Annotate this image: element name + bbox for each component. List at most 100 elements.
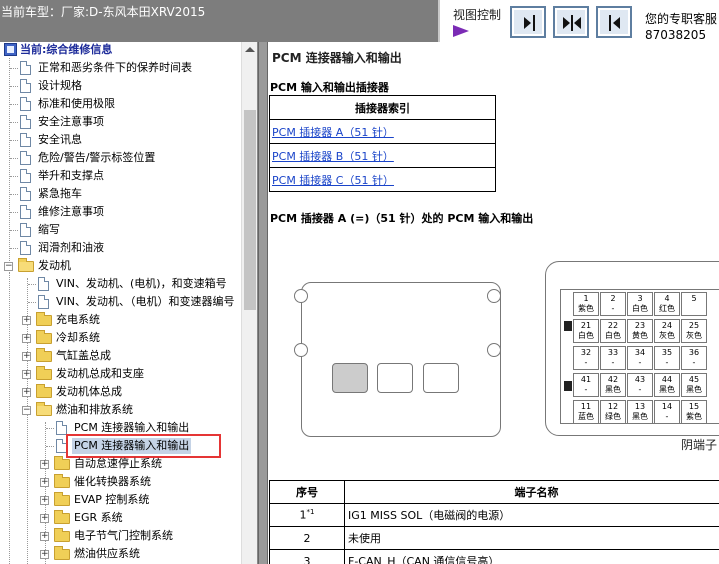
expand-icon[interactable]: + [22, 316, 31, 325]
pin-number: 12 [607, 402, 619, 411]
tree-item[interactable]: VIN、发动机、(电机)，和变速箱号 [28, 276, 229, 292]
tree-folder[interactable]: + 催化转换器系统 [36, 474, 153, 490]
tree-item[interactable]: 维修注意事项 [10, 204, 106, 220]
connector-pin: 43- [627, 373, 653, 397]
tree-item[interactable]: 缩写 [10, 222, 62, 238]
pin-number: 22 [607, 321, 619, 330]
collapse-icon[interactable]: − [4, 262, 13, 271]
expand-icon[interactable]: + [40, 460, 49, 469]
expand-icon[interactable]: + [40, 478, 49, 487]
view-collapse-right-button[interactable] [596, 6, 632, 38]
folder-icon [36, 366, 52, 380]
pin-color: 黑色 [605, 385, 621, 394]
pin-color: 白色 [632, 304, 648, 313]
panel-splitter[interactable] [258, 42, 268, 564]
tree-item[interactable]: VIN、发动机、（电机）和变速器编号 [28, 294, 237, 310]
connector-pin: 11 蓝色 [573, 400, 599, 424]
connector-b-link[interactable]: PCM 插接器 B（51 针） [272, 150, 394, 163]
document-icon [20, 151, 31, 165]
expand-icon[interactable]: + [22, 352, 31, 361]
service-label: 您的专职客服 [645, 12, 718, 26]
connector-pin: 22 白色 [600, 319, 626, 343]
collapse-icon[interactable]: − [22, 406, 31, 415]
connector-pin: 24 灰色 [654, 319, 680, 343]
pin-number: 23 [634, 321, 646, 330]
tree-folder[interactable]: + 自动怠速停止系统 [36, 456, 164, 472]
document-icon [20, 79, 31, 93]
tree-item[interactable]: 设计规格 [10, 78, 84, 94]
expand-icon[interactable]: + [40, 496, 49, 505]
tree-folder[interactable]: + 充电系统 [18, 312, 102, 328]
connector-pin: 45 黑色 [681, 373, 707, 397]
pin-number: 14 [661, 402, 673, 411]
tree-folder-fuel[interactable]: − 燃油和排放系统 [18, 402, 135, 418]
pin-number: 11 [580, 402, 592, 411]
pin-color: 黑色 [632, 412, 648, 421]
tree-folder[interactable]: + 气缸盖总成 [18, 348, 113, 364]
connector-pin: 41- [573, 373, 599, 397]
pin-color: - [638, 358, 642, 367]
tree-folder[interactable]: + EVAP 控制系统 [36, 492, 151, 508]
expand-icon[interactable]: + [22, 334, 31, 343]
pin-number: 3 [637, 294, 643, 303]
tree-folder[interactable]: + 电子节气门控制系统 [36, 528, 175, 544]
tree-folder[interactable]: + EGR 系统 [36, 510, 125, 526]
tree-folder[interactable]: + 燃油供应系统 [36, 546, 142, 562]
pin-number: 36 [688, 348, 700, 357]
connector-pin: 32- [573, 346, 599, 370]
document-icon [20, 133, 31, 147]
tree-root[interactable]: 当前:综合维修信息 [0, 42, 114, 58]
pin-number: 1 [583, 294, 589, 303]
service-phone: 87038205 [645, 28, 707, 42]
tree-item[interactable]: 安全注意事项 [10, 114, 106, 130]
connector-c-link[interactable]: PCM 插接器 C（51 针） [272, 174, 394, 187]
document-icon [20, 187, 31, 201]
pin-color: - [665, 358, 669, 367]
connector-pin: 5 [681, 292, 707, 316]
tree-folder-engine[interactable]: − 发动机 [0, 258, 73, 274]
tree-folder[interactable]: + 发动机体总成 [18, 384, 124, 400]
tree-item[interactable]: 举升和支撑点 [10, 168, 106, 184]
document-icon [20, 223, 31, 237]
tree-root-label: 当前:综合维修信息 [20, 43, 113, 56]
pcm-unit-diagram [294, 282, 501, 437]
expand-icon[interactable]: + [22, 370, 31, 379]
view-collapse-left-button[interactable] [510, 6, 546, 38]
tree-item[interactable]: 标准和使用极限 [10, 96, 117, 112]
tree-item[interactable]: 安全讯息 [10, 132, 84, 148]
split-icon [563, 15, 581, 31]
pin-number: 43 [634, 375, 646, 384]
pin-color: - [665, 412, 669, 421]
connector-pin: 44 黑色 [654, 373, 680, 397]
expand-icon[interactable]: + [40, 532, 49, 541]
document-icon [38, 277, 49, 291]
pin-color: - [611, 358, 615, 367]
pin-number: 25 [688, 321, 700, 330]
pin-color: - [584, 385, 588, 394]
table-header: 插接器索引 [269, 95, 496, 120]
pin-number: 35 [661, 348, 673, 357]
tree-item[interactable]: 润滑剂和油液 [10, 240, 106, 256]
tree-folder[interactable]: + 发动机总成和支座 [18, 366, 146, 382]
tree-item[interactable]: 紧急拖车 [10, 186, 84, 202]
tree-guide [9, 273, 10, 564]
table-row: 3 F-CAN_H（CAN 通信信号高） [269, 549, 719, 564]
connector-c-slot [423, 363, 459, 393]
tree-item[interactable]: 正常和恶劣条件下的保养时间表 [10, 60, 194, 76]
connector-pin: 4 红色 [654, 292, 680, 316]
expand-icon[interactable]: + [40, 550, 49, 559]
expand-icon[interactable]: + [40, 514, 49, 523]
expand-icon[interactable]: + [22, 388, 31, 397]
tree-folder[interactable]: + 冷却系统 [18, 330, 102, 346]
pin-number: 24 [661, 321, 673, 330]
female-terminal-caption: 阴端子 [681, 438, 718, 452]
scroll-thumb[interactable] [244, 110, 256, 310]
pin-color: 灰色 [686, 331, 702, 340]
connector-pin: 33- [600, 346, 626, 370]
tree-scrollbar[interactable] [241, 42, 257, 564]
connector-a-link[interactable]: PCM 插接器 A（51 针） [272, 126, 394, 139]
tree-item[interactable]: 危险/警告/警示标签位置 [10, 150, 157, 166]
selection-highlight-box [66, 434, 221, 458]
view-split-button[interactable] [553, 6, 589, 38]
scroll-up-arrow-icon[interactable] [245, 47, 255, 52]
